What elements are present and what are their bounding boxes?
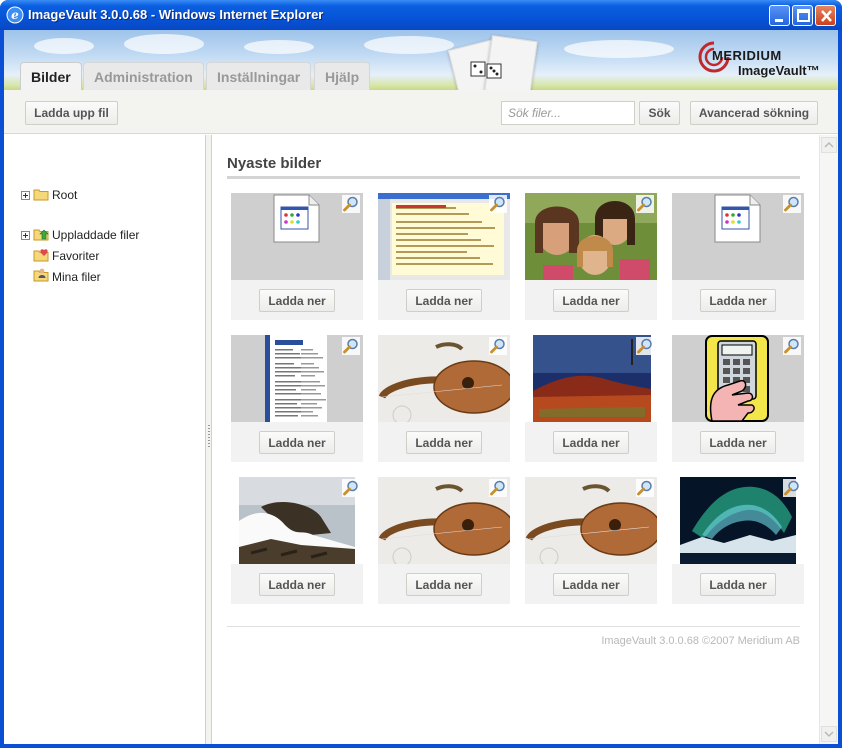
image-card: Ladda ner bbox=[231, 193, 363, 320]
meridium-logo: MERIDIUM ImageVault™ bbox=[694, 38, 824, 84]
image-card: Ladda ner bbox=[378, 335, 510, 462]
window-title: ImageVault 3.0.0.68 - Windows Internet E… bbox=[28, 7, 324, 22]
logo-text-imagevault: ImageVault™ bbox=[738, 63, 820, 78]
cloud-decoration bbox=[564, 40, 674, 58]
download-button[interactable]: Ladda ner bbox=[700, 573, 776, 596]
ie-icon: e bbox=[6, 6, 24, 24]
panel-splitter[interactable] bbox=[206, 135, 212, 744]
tree-item-root[interactable]: Root bbox=[52, 186, 77, 204]
magnifier-icon[interactable] bbox=[489, 195, 507, 213]
toolbar: Ladda upp fil Sök filer... Sök Avancerad… bbox=[4, 90, 838, 134]
logo-text-meridium: MERIDIUM bbox=[712, 48, 782, 63]
tab-administration[interactable]: Administration bbox=[83, 62, 204, 90]
image-card: Ladda ner bbox=[672, 477, 804, 604]
magnifier-icon[interactable] bbox=[489, 479, 507, 497]
footer-copyright: ImageVault 3.0.0.68 ©2007 Meridium AB bbox=[601, 635, 800, 647]
magnifier-icon[interactable] bbox=[783, 337, 801, 355]
section-divider bbox=[227, 176, 800, 179]
image-card: Ladda ner bbox=[525, 477, 657, 604]
section-title: Nyaste bilder bbox=[227, 155, 322, 172]
folder-user-icon bbox=[33, 268, 49, 282]
download-button[interactable]: Ladda ner bbox=[259, 431, 335, 454]
vertical-scrollbar[interactable] bbox=[819, 135, 838, 744]
image-card: Ladda ner bbox=[672, 335, 804, 462]
download-button[interactable]: Ladda ner bbox=[553, 289, 629, 312]
cloud-decoration bbox=[34, 38, 94, 54]
cloud-decoration bbox=[364, 36, 454, 54]
magnifier-icon[interactable] bbox=[636, 479, 654, 497]
tree-item-my-files[interactable]: Mina filer bbox=[52, 268, 101, 286]
advanced-search-button[interactable]: Avancerad sökning bbox=[690, 101, 818, 125]
scroll-up-button[interactable] bbox=[821, 137, 837, 153]
folder-favorites-icon bbox=[33, 249, 49, 262]
close-button[interactable] bbox=[815, 5, 836, 26]
magnifier-icon[interactable] bbox=[489, 337, 507, 355]
svg-text:e: e bbox=[11, 8, 19, 22]
download-button[interactable]: Ladda ner bbox=[700, 431, 776, 454]
magnifier-icon[interactable] bbox=[783, 195, 801, 213]
image-card: Ladda ner bbox=[231, 335, 363, 462]
chevron-down-icon bbox=[824, 731, 834, 738]
cloud-decoration bbox=[244, 40, 314, 54]
download-button[interactable]: Ladda ner bbox=[553, 573, 629, 596]
splitter-grip-icon bbox=[208, 425, 210, 449]
magnifier-icon[interactable] bbox=[342, 479, 360, 497]
upload-file-button[interactable]: Ladda upp fil bbox=[25, 101, 118, 125]
magnifier-icon[interactable] bbox=[636, 195, 654, 213]
download-button[interactable]: Ladda ner bbox=[259, 289, 335, 312]
close-icon bbox=[821, 10, 832, 22]
download-button[interactable]: Ladda ner bbox=[406, 431, 482, 454]
search-input[interactable]: Sök filer... bbox=[501, 101, 635, 125]
folder-tree: Root Uppladdade filer Favoriter Mina fil… bbox=[4, 135, 206, 744]
minimize-icon bbox=[775, 19, 783, 22]
tab-bilder[interactable]: Bilder bbox=[20, 62, 82, 90]
scroll-down-button[interactable] bbox=[821, 726, 837, 742]
magnifier-icon[interactable] bbox=[636, 337, 654, 355]
image-card: Ladda ner bbox=[378, 477, 510, 604]
search-button[interactable]: Sök bbox=[639, 101, 680, 125]
footer-divider bbox=[227, 626, 800, 627]
tree-item-uploaded[interactable]: Uppladdade filer bbox=[52, 226, 139, 244]
browser-content: MERIDIUM ImageVault™ Bilder Administrati… bbox=[4, 30, 838, 744]
image-card: Ladda ner bbox=[231, 477, 363, 604]
app-header: MERIDIUM ImageVault™ Bilder Administrati… bbox=[4, 30, 838, 90]
image-card: Ladda ner bbox=[525, 193, 657, 320]
download-button[interactable]: Ladda ner bbox=[406, 289, 482, 312]
main-content: Nyaste bilder Ladda ner Ladda ner Ladda … bbox=[213, 135, 819, 744]
browser-window: e ImageVault 3.0.0.68 - Windows Internet… bbox=[0, 0, 842, 748]
cloud-decoration bbox=[124, 34, 204, 54]
dice-decoration bbox=[470, 61, 502, 79]
minimize-button[interactable] bbox=[769, 5, 790, 26]
title-bar: e ImageVault 3.0.0.68 - Windows Internet… bbox=[0, 0, 842, 30]
magnifier-icon[interactable] bbox=[342, 195, 360, 213]
folder-icon bbox=[33, 189, 49, 201]
tree-item-favorites[interactable]: Favoriter bbox=[52, 247, 99, 265]
maximize-icon bbox=[797, 9, 810, 22]
download-button[interactable]: Ladda ner bbox=[553, 431, 629, 454]
folder-upload-icon bbox=[33, 229, 49, 241]
download-button[interactable]: Ladda ner bbox=[700, 289, 776, 312]
magnifier-icon[interactable] bbox=[783, 479, 801, 497]
expand-uploaded-icon[interactable] bbox=[21, 231, 30, 240]
expand-root-icon[interactable] bbox=[21, 191, 30, 200]
chevron-up-icon bbox=[824, 141, 834, 148]
maximize-button[interactable] bbox=[792, 5, 813, 26]
download-button[interactable]: Ladda ner bbox=[259, 573, 335, 596]
image-card: Ladda ner bbox=[378, 193, 510, 320]
download-button[interactable]: Ladda ner bbox=[406, 573, 482, 596]
image-card: Ladda ner bbox=[672, 193, 804, 320]
magnifier-icon[interactable] bbox=[342, 337, 360, 355]
tab-installningar[interactable]: Inställningar bbox=[206, 62, 312, 90]
image-card: Ladda ner bbox=[525, 335, 657, 462]
tab-hjalp[interactable]: Hjälp bbox=[314, 62, 371, 90]
